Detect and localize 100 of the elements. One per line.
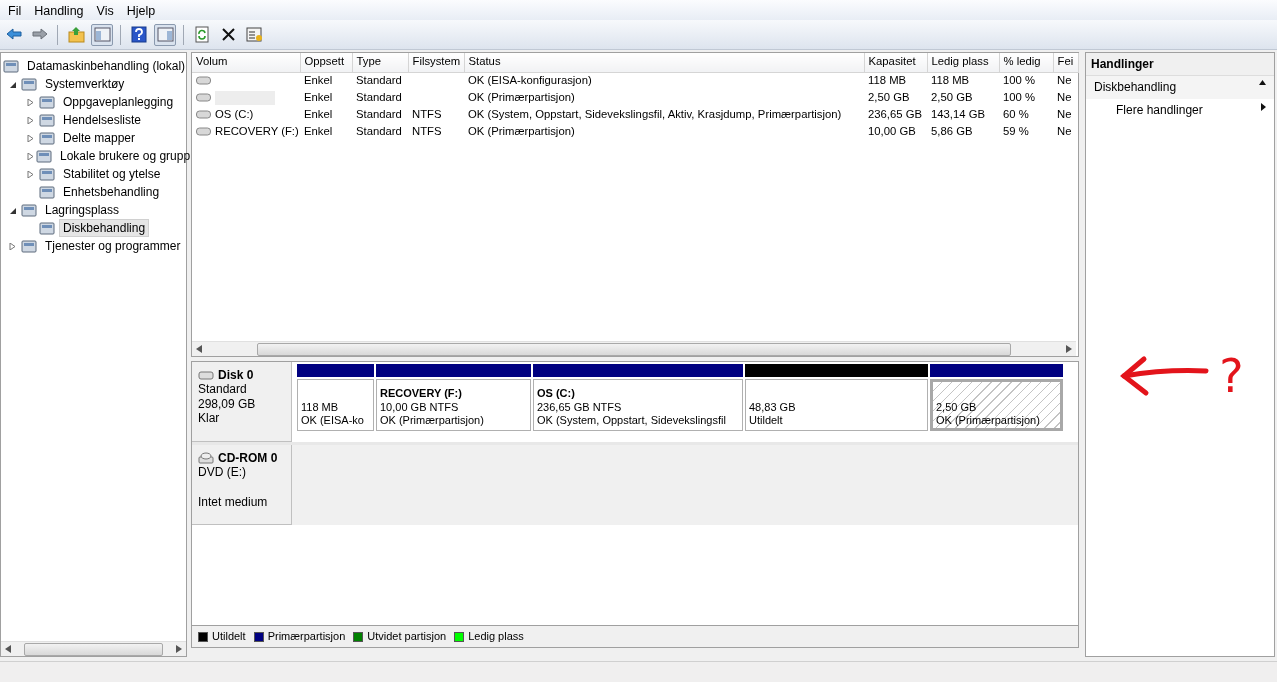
- partition-block[interactable]: OS (C:) 236,65 GB NTFS OK (System, Oppstart, Sidevekslingsfil: [533, 379, 743, 431]
- menu-item[interactable]: Handling: [29, 0, 92, 20]
- column-header[interactable]: % ledig: [999, 53, 1053, 72]
- column-header[interactable]: Status: [464, 53, 864, 72]
- table-cell: 100 %: [999, 72, 1053, 89]
- partition-status: OK (EISA-ko: [301, 413, 365, 427]
- tree-item[interactable]: Tjenester og programmer: [41, 236, 185, 256]
- table-cell-text: Enkel: [303, 123, 334, 139]
- tree-item[interactable]: Lagringsplass: [41, 200, 124, 220]
- table-cell: Enkel: [300, 72, 352, 89]
- partition-size: 48,83 GB: [749, 400, 797, 414]
- cd-drive-icon: [198, 452, 214, 465]
- table-cell-text: 2,50 GB: [930, 89, 974, 105]
- collapsed-triangle-icon[interactable]: [27, 98, 34, 106]
- collapsed-triangle-icon[interactable]: [27, 152, 34, 160]
- table-cell-text: 10,00 GB: [867, 123, 917, 139]
- partition-title: OS (C:): [537, 387, 576, 401]
- menu-item[interactable]: Hjelp: [121, 0, 164, 20]
- menu-item[interactable]: Fil: [3, 0, 30, 20]
- table-cell-text: 5,86 GB: [930, 123, 974, 139]
- column-header[interactable]: Fei: [1053, 53, 1078, 72]
- partition-status: Utildelt: [749, 413, 784, 427]
- legend-label: Utildelt: [212, 629, 246, 644]
- folder-up-icon: [67, 26, 85, 43]
- expanded-triangle-icon[interactable]: [9, 206, 16, 214]
- partition-block[interactable]: RECOVERY (F:) 10,00 GB NTFS OK (Primærpartisjon): [376, 379, 531, 431]
- tree-item[interactable]: Hendelsesliste: [59, 110, 146, 130]
- collapsed-triangle-icon[interactable]: [9, 242, 16, 250]
- table-cell-text: 2,50 GB: [867, 89, 911, 105]
- collapsed-triangle-icon[interactable]: [27, 116, 34, 124]
- toolbar-button[interactable]: [128, 23, 150, 46]
- node-icon: [39, 184, 55, 200]
- scroll-left-icon[interactable]: [196, 345, 202, 353]
- table-cell-text: Standard: [355, 106, 403, 122]
- partition-block[interactable]: 48,83 GB Utildelt: [745, 379, 928, 431]
- partition-block[interactable]: 2,50 GB OK (Primærpartisjon): [930, 379, 1063, 431]
- expanded-triangle-icon[interactable]: [9, 80, 16, 88]
- column-header[interactable]: Oppsett: [300, 53, 352, 72]
- partition-size: 118 MB: [301, 400, 340, 414]
- node-icon: [39, 220, 55, 236]
- tree-item[interactable]: Delte mapper: [59, 128, 140, 148]
- pane-icon: [93, 26, 111, 43]
- column-header[interactable]: Filsystem: [408, 53, 464, 72]
- partition-block[interactable]: 118 MB OK (EISA-ko: [297, 379, 374, 431]
- drive-icon: [196, 93, 211, 102]
- tree-item[interactable]: Systemverktøy: [41, 74, 129, 94]
- column-header[interactable]: Ledig plass: [927, 53, 999, 72]
- submenu-arrow-icon: [1261, 102, 1266, 111]
- table-cell-text: 100 %: [1002, 89, 1037, 105]
- table-cell-text: Ne: [1056, 123, 1073, 139]
- table-cell-text: 59 %: [1002, 123, 1030, 139]
- properties-icon: [245, 26, 263, 43]
- table-cell: OK (EISA-konfigurasjon): [464, 72, 864, 89]
- table-cell: Ne: [1053, 72, 1078, 89]
- back-arrow-icon: [4, 26, 22, 43]
- column-header[interactable]: Type: [352, 53, 408, 72]
- table-cell-text: OK (Primærpartisjon): [467, 89, 576, 105]
- scroll-right-icon[interactable]: [176, 645, 182, 653]
- node-icon: [39, 166, 55, 182]
- menu-item[interactable]: Vis: [91, 0, 122, 20]
- refresh-icon: [193, 26, 211, 43]
- table-cell: 118 MB: [927, 72, 999, 89]
- partition-status: OK (Primærpartisjon): [936, 413, 1041, 427]
- help-icon: [130, 26, 148, 43]
- drive-icon: [196, 127, 211, 136]
- column-header[interactable]: Volum: [192, 53, 300, 72]
- table-cell-text: OK (Primærpartisjon): [467, 123, 576, 139]
- table-cell-text: 236,65 GB: [867, 106, 923, 122]
- scroll-right-icon[interactable]: [1066, 345, 1072, 353]
- collapse-icon[interactable]: [1259, 80, 1266, 86]
- partition-size: 2,50 GB: [936, 400, 978, 414]
- tree-item[interactable]: Oppgaveplanlegging: [59, 92, 178, 112]
- disk-name: Disk 0: [218, 368, 254, 383]
- node-icon: [39, 94, 55, 110]
- tree-item[interactable]: Lokale brukere og grupp: [56, 146, 195, 166]
- horizontal-scrollbar[interactable]: [1, 641, 186, 656]
- actions-header: Handlinger: [1086, 53, 1274, 77]
- tree-item[interactable]: Diskbehandling: [59, 218, 150, 238]
- forward-arrow-icon: [30, 26, 48, 43]
- scroll-left-icon[interactable]: [5, 645, 11, 653]
- horizontal-scrollbar[interactable]: [192, 341, 1076, 356]
- table-cell: RECOVERY (F:): [215, 124, 299, 139]
- drive-icon: [196, 110, 211, 119]
- disk-name: CD-ROM 0: [218, 451, 278, 466]
- table-cell-text: OK (System, Oppstart, Sidevekslingsfil, Aktiv, Krasjdump, Primærpartisjon): [467, 106, 843, 122]
- disk-info: DVD (E:): [198, 465, 247, 480]
- column-header[interactable]: Kapasitet: [864, 53, 927, 72]
- pane-icon: [156, 26, 174, 43]
- disk-info: Standard: [198, 382, 248, 397]
- actions-section[interactable]: Diskbehandling: [1086, 76, 1274, 99]
- tree-item[interactable]: Datamaskinbehandling (lokal): [23, 56, 190, 76]
- node-icon: [21, 238, 37, 254]
- collapsed-triangle-icon[interactable]: [27, 170, 34, 178]
- annotation-mark: ?: [1219, 353, 1244, 400]
- tree-item[interactable]: Stabilitet og ytelse: [59, 164, 165, 184]
- drive-icon: [196, 76, 211, 86]
- node-icon: [39, 112, 55, 128]
- node-icon: [21, 76, 37, 92]
- tree-item[interactable]: Enhetsbehandling: [59, 182, 164, 202]
- collapsed-triangle-icon[interactable]: [27, 134, 34, 142]
